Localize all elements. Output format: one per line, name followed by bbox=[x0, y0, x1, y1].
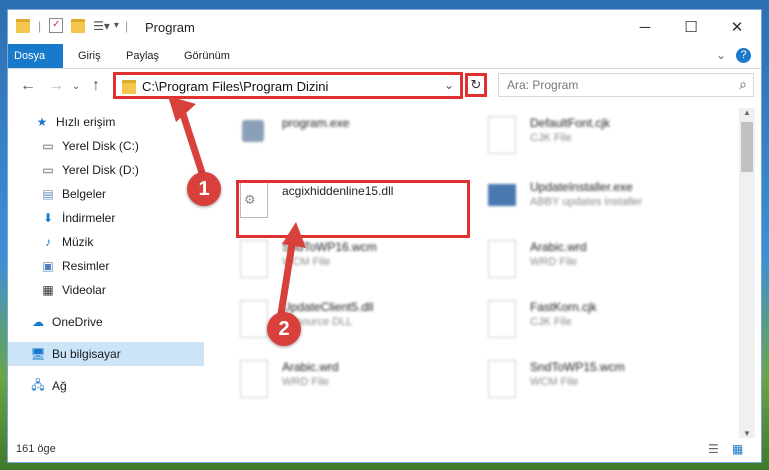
arrow-2-shaft bbox=[276, 234, 297, 324]
step-badge-2: 2 bbox=[267, 312, 301, 346]
arrow-2-head bbox=[282, 222, 306, 248]
annotation-overlay bbox=[168, 96, 306, 324]
step-badge-1: 1 bbox=[187, 172, 221, 206]
arrow-1-shaft bbox=[176, 101, 209, 186]
